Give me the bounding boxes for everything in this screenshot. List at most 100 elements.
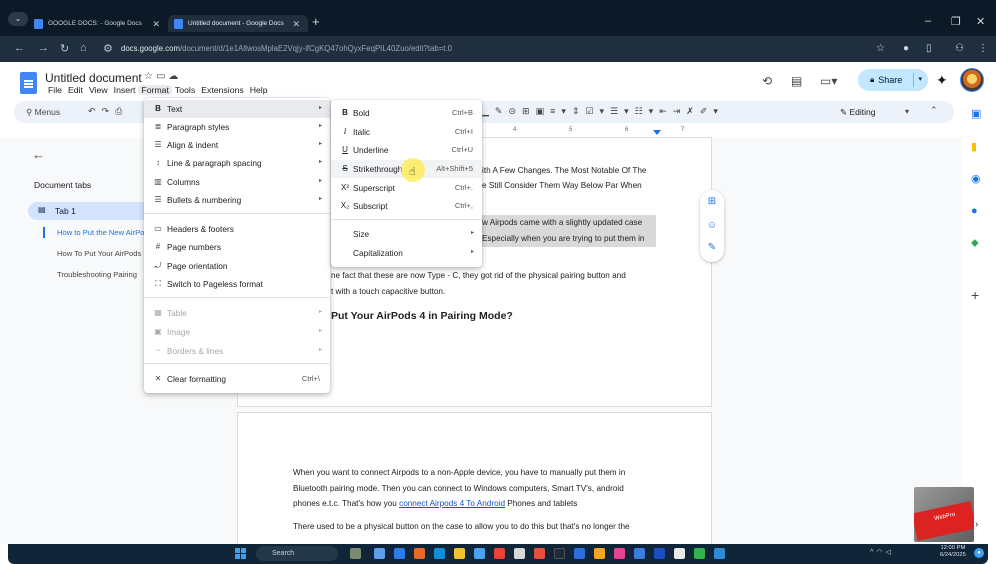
decrease-indent-icon[interactable]: ⇤	[659, 106, 673, 116]
link-icon[interactable]: ⊝	[508, 106, 522, 116]
star-icon[interactable]: ☆	[144, 71, 156, 82]
browser-menu-icon[interactable]: ⋮	[978, 43, 988, 54]
history-icon[interactable]: ⟲	[762, 74, 772, 88]
clear-format-icon[interactable]: ✗	[686, 106, 700, 116]
maps-icon[interactable]: ⬥	[971, 237, 979, 250]
move-folder-icon[interactable]: ▭	[156, 71, 168, 82]
app-icon[interactable]	[634, 548, 645, 559]
undo-icon[interactable]: ↶	[88, 106, 102, 116]
menu-edit[interactable]: Edit	[65, 85, 86, 95]
menu-item-columns[interactable]: ▥ Columns ▸	[144, 173, 330, 191]
menu-item-italic[interactable]: I Italic Ctrl+I	[331, 123, 482, 141]
app-icon[interactable]	[694, 548, 705, 559]
suggest-edit-icon[interactable]: ✎	[706, 242, 718, 254]
task-view-icon[interactable]	[374, 548, 385, 559]
edge-icon[interactable]	[394, 548, 405, 559]
forward-icon[interactable]: →	[38, 42, 49, 54]
menu-item-align-indent[interactable]: ☰ Align & indent ▸	[144, 136, 330, 154]
meet-icon[interactable]: ▭▾	[820, 74, 837, 88]
menu-item-capitalization[interactable]: Capitalization ▸	[331, 244, 482, 262]
menu-help[interactable]: Help	[247, 85, 271, 95]
app-icon[interactable]	[594, 548, 605, 559]
back-icon[interactable]: ←	[14, 42, 25, 54]
taskbar-search[interactable]: Search	[256, 546, 338, 561]
app-icon[interactable]	[434, 548, 445, 559]
menu-item-superscript[interactable]: X² Superscript Ctrl+.	[331, 179, 482, 197]
add-comment-icon[interactable]: ⊞	[522, 106, 536, 116]
app-icon[interactable]	[714, 548, 725, 559]
search-menus-button[interactable]: ⚲ Menus	[26, 107, 60, 118]
menu-extensions[interactable]: Extensions	[198, 85, 247, 95]
close-tab-icon[interactable]: ✕	[292, 19, 300, 30]
tab-search-button[interactable]: ⌄	[8, 12, 28, 26]
profile-icon[interactable]: ⚇	[955, 43, 964, 54]
app-icon[interactable]	[654, 548, 665, 559]
app-icon[interactable]	[614, 548, 625, 559]
menu-item-subscript[interactable]: X₂ Subscript Ctrl+,	[331, 197, 482, 215]
calendar-icon[interactable]: ▣	[971, 107, 981, 120]
volume-icon[interactable]: ◁	[885, 549, 893, 556]
menu-file[interactable]: File	[45, 85, 65, 95]
system-tray[interactable]: ^◠◁	[870, 548, 894, 556]
android-link[interactable]: connect Airpods 4 To Android	[399, 499, 505, 508]
add-comment-icon[interactable]: ⊞	[706, 196, 718, 208]
align-icon[interactable]: ≡▾	[550, 106, 572, 116]
right-indent-marker[interactable]	[653, 130, 661, 135]
menu-item-page-numbers[interactable]: # Page numbers	[144, 238, 330, 256]
chrome-icon[interactable]	[494, 548, 505, 559]
editing-mode-button[interactable]: ✎ Editing	[840, 107, 876, 118]
firefox-icon[interactable]	[414, 548, 425, 559]
line-spacing-icon[interactable]: ⇕	[572, 106, 586, 116]
reload-icon[interactable]: ↻	[60, 42, 69, 55]
notification-badge[interactable]: ●	[974, 548, 984, 558]
bookmark-star-icon[interactable]: ☆	[876, 43, 885, 54]
tasks-icon[interactable]: ◉	[971, 172, 981, 185]
menu-item-clear-formatting[interactable]: ✕ Clear formatting Ctrl+\	[144, 370, 330, 388]
emoji-reaction-icon[interactable]: ☺	[706, 220, 718, 232]
menu-item-headers-footers[interactable]: ▭ Headers & footers	[144, 220, 330, 238]
chevron-up-icon[interactable]: ⌃	[930, 105, 938, 116]
contacts-icon[interactable]: ●	[971, 205, 978, 217]
chevron-down-icon[interactable]: ▾	[905, 107, 909, 116]
menu-insert[interactable]: Insert	[111, 85, 139, 95]
menu-item-pageless[interactable]: ⛶ Switch to Pageless format	[144, 275, 330, 293]
terminal-icon[interactable]	[554, 548, 565, 559]
avatar[interactable]	[960, 68, 984, 92]
numbered-list-icon[interactable]: ☷▾	[635, 106, 660, 116]
close-window-icon[interactable]: ✕	[976, 15, 985, 28]
menu-item-size[interactable]: Size ▸	[331, 225, 482, 243]
url-field[interactable]: docs.google.com/document/d/1e1AltwosMpla…	[121, 44, 452, 53]
menu-format[interactable]: Format	[138, 85, 172, 95]
site-info-icon[interactable]: ⚙	[103, 42, 113, 55]
outline-item[interactable]: How to Put the New AirPods	[57, 228, 145, 237]
close-tab-icon[interactable]: ✕	[152, 19, 160, 30]
menu-item-bold[interactable]: B Bold Ctrl+B	[331, 104, 482, 122]
text-color-underline-icon[interactable]: ▁	[482, 106, 495, 116]
browser-tab-2[interactable]: Untitled document - Google Docs ✕	[168, 15, 308, 32]
keep-icon[interactable]: ▮	[971, 140, 977, 153]
home-icon[interactable]: ⌂	[80, 42, 87, 54]
menu-view[interactable]: View	[86, 85, 111, 95]
menu-item-paragraph-styles[interactable]: ≣ Paragraph styles ▸	[144, 118, 330, 136]
share-dropdown-icon[interactable]: ▾	[913, 73, 922, 87]
pen-icon[interactable]: ✐▾	[700, 106, 724, 116]
document-title[interactable]: Untitled document	[45, 71, 142, 85]
app-icon[interactable]	[534, 548, 545, 559]
taskbar-clock[interactable]: 12:00 PM 6/24/2025	[940, 545, 966, 559]
redo-icon[interactable]: ↷	[102, 106, 116, 116]
app-icon[interactable]	[474, 548, 485, 559]
menu-item-page-orientation[interactable]: ⤾ Page orientation	[144, 257, 330, 275]
new-tab-icon[interactable]: +	[312, 14, 320, 29]
menu-item-line-spacing[interactable]: ↕ Line & paragraph spacing ▸	[144, 154, 330, 172]
app-icon[interactable]	[514, 548, 525, 559]
highlight-icon[interactable]: ✎	[495, 106, 509, 116]
browser-tab-1[interactable]: GOOGLE DOCS: - Google Docs ✕	[28, 15, 168, 32]
menu-item-underline[interactable]: U Underline Ctrl+U	[331, 141, 482, 159]
comments-icon[interactable]: ▤	[791, 74, 802, 88]
menu-item-text[interactable]: B Text ▸	[144, 100, 330, 118]
maximize-icon[interactable]: ❐	[951, 15, 961, 28]
add-addon-icon[interactable]: +	[971, 287, 979, 303]
insert-image-icon[interactable]: ▣	[536, 106, 551, 116]
bulleted-list-icon[interactable]: ☰▾	[610, 106, 635, 116]
share-button[interactable]: 🔒︎ Share ▾	[858, 69, 928, 91]
